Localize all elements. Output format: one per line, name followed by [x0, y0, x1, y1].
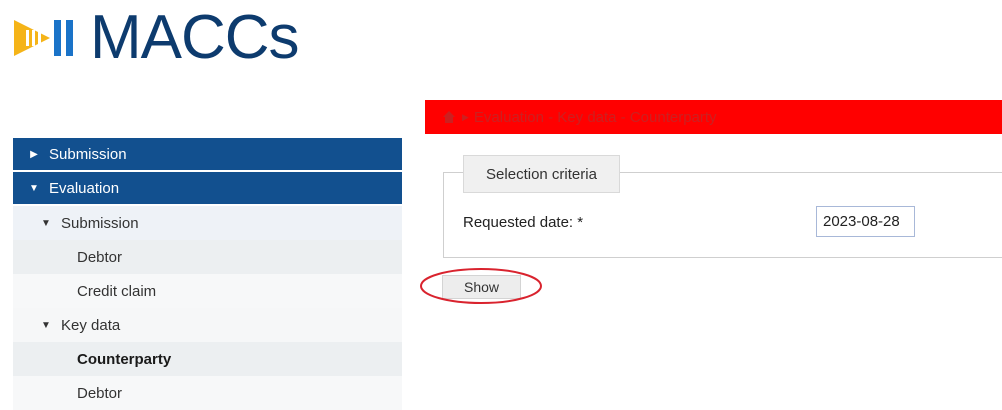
caret-right-icon: ▶: [30, 148, 38, 160]
sidebar-item-label: Key data: [61, 316, 121, 334]
sidebar-item-label: Debtor: [77, 248, 123, 266]
caret-down-icon: ▼: [41, 319, 51, 331]
sidebar-nav: ▶ Submission ▼ Evaluation ▼ Submission D…: [13, 138, 402, 410]
chevron-right-icon: ▶: [462, 111, 469, 122]
sidebar-item-label: Debtor: [77, 384, 123, 402]
sidebar-item-debtor[interactable]: Debtor: [13, 240, 402, 274]
requested-date-input[interactable]: [816, 206, 915, 237]
caret-down-icon: ▼: [29, 182, 39, 194]
sidebar-item-label: Evaluation: [49, 179, 120, 197]
sidebar-item-key-data-debtor[interactable]: Debtor: [13, 376, 402, 410]
sidebar-item-label: Submission: [49, 145, 127, 163]
sidebar-item-label: Submission: [61, 214, 139, 232]
sidebar-item-counterparty[interactable]: Counterparty: [13, 342, 402, 376]
caret-down-icon: ▼: [41, 217, 51, 229]
macc-logo: MACCs: [12, 3, 300, 72]
annotation-circle: [420, 268, 542, 304]
requested-date-label: Requested date: *: [463, 214, 584, 231]
sidebar-item-credit-claim[interactable]: Credit claim: [13, 274, 402, 308]
home-icon[interactable]: [442, 110, 456, 124]
logo-mark-icon: [12, 16, 76, 60]
sidebar-item-key-data[interactable]: ▼ Key data: [13, 308, 402, 342]
breadcrumb-path: Evaluation - Key data - Counterparty: [473, 108, 717, 126]
tab-selection-criteria[interactable]: Selection criteria: [463, 155, 620, 193]
sidebar-item-label: Credit claim: [77, 282, 157, 300]
sidebar-item-evaluation[interactable]: ▼ Evaluation: [13, 172, 402, 206]
sidebar-item-submission[interactable]: ▶ Submission: [13, 138, 402, 172]
logo-text: MACCs: [90, 3, 300, 72]
sidebar-item-eval-submission[interactable]: ▼ Submission: [13, 206, 402, 240]
breadcrumb: ▶ Evaluation - Key data - Counterparty: [425, 100, 1002, 134]
sidebar-item-label: Counterparty: [77, 350, 172, 368]
